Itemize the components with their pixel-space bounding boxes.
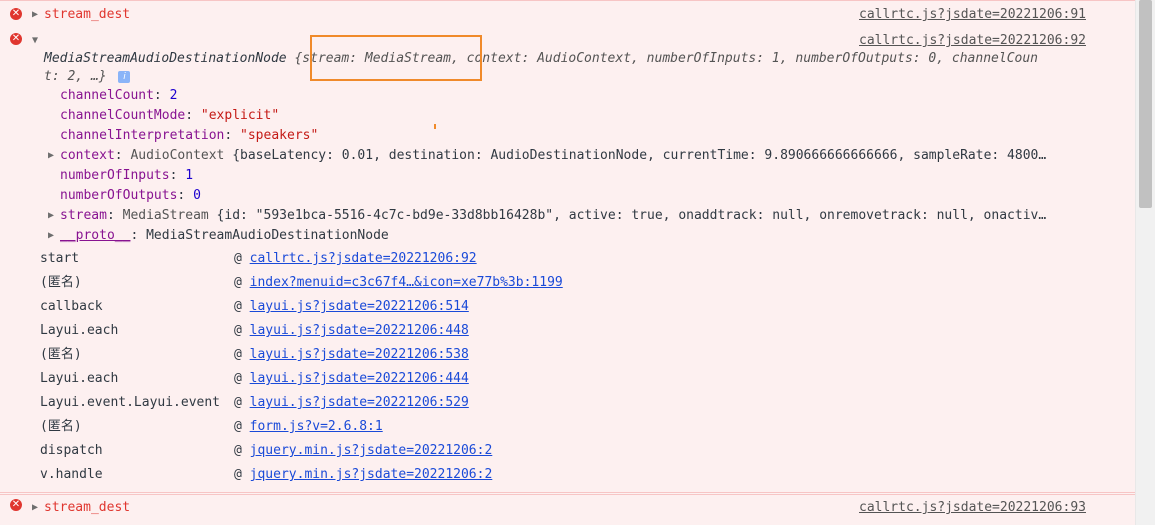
message-text: stream_dest <box>44 500 131 515</box>
expand-arrow-icon[interactable]: ▶ <box>32 5 38 25</box>
highlight-annotation-box <box>310 35 482 81</box>
prop-context[interactable]: context: AudioContext {baseLatency: 0.01… <box>60 146 1046 166</box>
prop-channelCountMode: channelCountMode: "explicit" <box>60 108 280 123</box>
stack-link[interactable]: layui.js?jsdate=20221206:444 <box>250 371 469 386</box>
prop-numberOfOutputs: numberOfOutputs: 0 <box>60 188 201 203</box>
expand-arrow-icon[interactable]: ▶ <box>48 226 54 246</box>
stack-frame: @ layui.js?jsdate=20221206:538 <box>234 347 469 362</box>
console-message-3[interactable]: ✕ ▶ stream_dest callrtc.js?jsdate=202212… <box>0 494 1136 525</box>
object-summary-wrap: t: 2, …} i <box>44 67 131 87</box>
object-preview-cont: t: 2, …} <box>44 69 107 84</box>
prop-numberOfInputs: numberOfInputs: 1 <box>60 168 194 183</box>
message-text: stream_dest <box>44 7 131 22</box>
annotation-mark <box>434 124 436 129</box>
expand-arrow-icon[interactable]: ▶ <box>48 146 54 166</box>
object-class-name: MediaStreamAudioDestinationNode <box>44 51 287 66</box>
prop-stream[interactable]: stream: MediaStream {id: "593e1bca-5516-… <box>60 206 1046 226</box>
stack-link[interactable]: layui.js?jsdate=20221206:514 <box>250 299 469 314</box>
stack-link[interactable]: layui.js?jsdate=20221206:529 <box>250 395 469 410</box>
stack-link[interactable]: jquery.min.js?jsdate=20221206:2 <box>250 467 493 482</box>
stack-fn: dispatch <box>40 443 103 458</box>
prop-proto[interactable]: __proto__: MediaStreamAudioDestinationNo… <box>60 226 389 246</box>
stack-frame: @ callrtc.js?jsdate=20221206:92 <box>234 251 477 266</box>
console-message-1[interactable]: ✕ ▶ stream_dest callrtc.js?jsdate=202212… <box>0 0 1136 29</box>
stack-frame: @ index?menuid=c3c67f4…&icon=xe77b%3b:11… <box>234 275 563 290</box>
stack-fn: (匿名) <box>40 419 82 434</box>
stack-fn: callback <box>40 299 103 314</box>
error-icon: ✕ <box>10 499 22 511</box>
collapse-arrow-icon[interactable]: ▼ <box>32 31 38 51</box>
stack-frame: @ layui.js?jsdate=20221206:444 <box>234 371 469 386</box>
stack-frame: @ layui.js?jsdate=20221206:514 <box>234 299 469 314</box>
source-link[interactable]: callrtc.js?jsdate=20221206:91 <box>859 5 1086 25</box>
stack-link[interactable]: index?menuid=c3c67f4…&icon=xe77b%3b:1199 <box>250 275 563 290</box>
stack-link[interactable]: jquery.min.js?jsdate=20221206:2 <box>250 443 493 458</box>
expand-arrow-icon[interactable]: ▶ <box>48 206 54 226</box>
stack-frame: @ form.js?v=2.6.8:1 <box>234 419 383 434</box>
expand-arrow-icon[interactable]: ▶ <box>32 498 38 518</box>
context-preview: {baseLatency: 0.01, destination: AudioDe… <box>232 148 1047 163</box>
info-icon[interactable]: i <box>118 70 131 83</box>
stack-fn: (匿名) <box>40 275 82 290</box>
stack-fn: Layui.each <box>40 371 119 386</box>
source-link[interactable]: callrtc.js?jsdate=20221206:93 <box>859 498 1086 518</box>
stack-frame: @ jquery.min.js?jsdate=20221206:2 <box>234 443 493 458</box>
devtools-console: ✕ ▶ stream_dest callrtc.js?jsdate=202212… <box>0 0 1136 525</box>
vertical-scrollbar[interactable] <box>1135 0 1155 525</box>
prop-channelCount: channelCount: 2 <box>60 88 178 103</box>
stack-link[interactable]: layui.js?jsdate=20221206:538 <box>250 347 469 362</box>
stack-fn: v.handle <box>40 467 103 482</box>
stack-fn: (匿名) <box>40 347 82 362</box>
stack-link[interactable]: callrtc.js?jsdate=20221206:92 <box>250 251 477 266</box>
prop-channelInterpretation: channelInterpretation: "speakers" <box>60 128 319 143</box>
source-link[interactable]: callrtc.js?jsdate=20221206:92 <box>859 31 1086 51</box>
object-summary[interactable]: MediaStreamAudioDestinationNode {stream:… <box>44 49 1038 69</box>
stack-fn: Layui.each <box>40 323 119 338</box>
stack-frame: @ jquery.min.js?jsdate=20221206:2 <box>234 467 493 482</box>
stream-preview: {id: "593e1bca-5516-4c7c-bd9e-33d8bb1642… <box>216 208 1047 223</box>
stack-fn: start <box>40 251 80 266</box>
error-icon: ✕ <box>10 33 22 45</box>
stack-fn: Layui.event.Layui.event <box>40 395 221 410</box>
stack-frame: @ layui.js?jsdate=20221206:529 <box>234 395 469 410</box>
error-icon: ✕ <box>10 8 22 20</box>
scrollbar-thumb[interactable] <box>1139 0 1152 208</box>
stack-link[interactable]: layui.js?jsdate=20221206:448 <box>250 323 469 338</box>
stack-frame: @ layui.js?jsdate=20221206:448 <box>234 323 469 338</box>
stack-link[interactable]: form.js?v=2.6.8:1 <box>250 419 383 434</box>
